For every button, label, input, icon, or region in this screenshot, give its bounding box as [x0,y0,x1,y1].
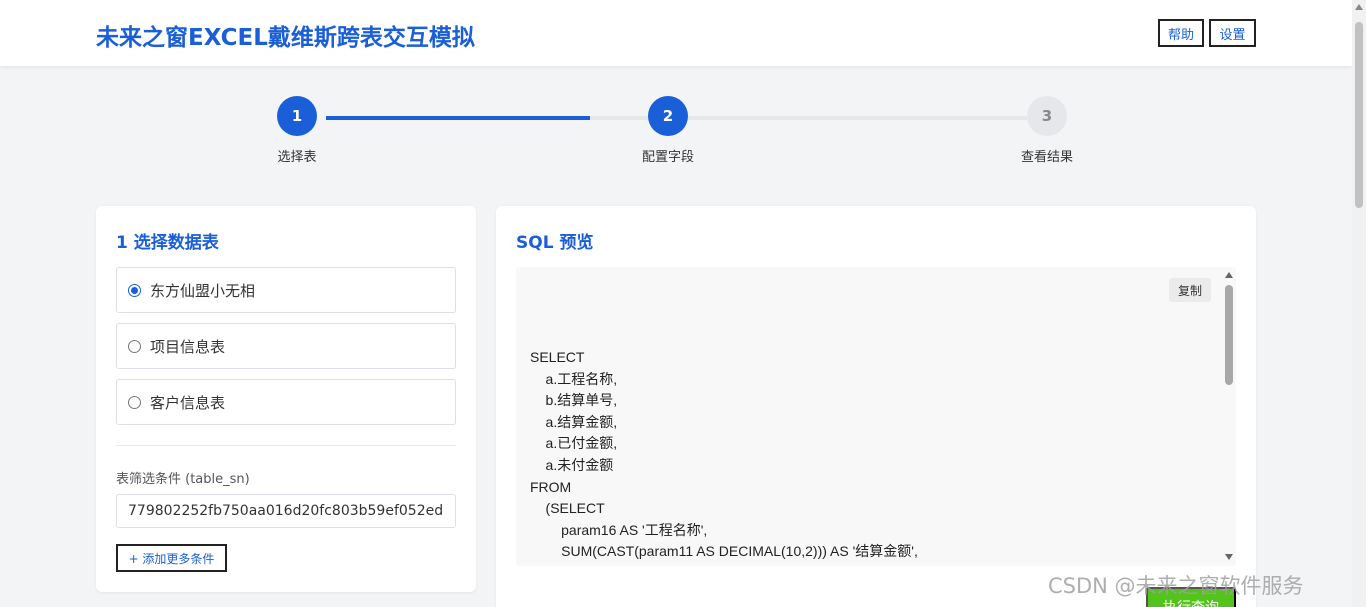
page-scrollbar[interactable] [1352,0,1366,607]
divider [116,445,456,446]
step-connector-1 [326,116,590,120]
app-title: 未来之窗EXCEL戴维斯跨表交互模拟 [96,25,475,51]
table-option-1[interactable]: 项目信息表 [116,323,456,369]
step-1-label: 选择表 [277,150,317,165]
radio-unchecked-icon[interactable] [128,339,141,353]
table-option-label: 客户信息表 [150,393,226,412]
app-header: 未来之窗EXCEL戴维斯跨表交互模拟 帮助 设置 [0,0,1352,66]
step-3-label: 查看结果 [1020,150,1074,165]
settings-button[interactable]: 设置 [1209,19,1256,47]
scroll-up-arrow-icon[interactable] [1225,272,1233,278]
sql-scrollbar[interactable] [1222,267,1236,566]
select-table-title: 1 选择数据表 [116,233,219,253]
radio-checked-icon[interactable] [128,283,141,297]
step-1-circle[interactable]: 1 [277,96,317,136]
scroll-down-arrow-icon[interactable] [1225,554,1233,560]
sql-preview-panel: SQL 预览 复制 SELECT a.工程名称, b.结算单号, a.结算金额,… [496,206,1256,607]
table-option-2[interactable]: 客户信息表 [116,379,456,425]
copy-button[interactable]: 复制 [1169,278,1211,302]
step-connector-2 [688,116,1027,120]
sql-code-box[interactable]: 复制 SELECT a.工程名称, b.结算单号, a.结算金额, a.已付金额… [516,267,1236,566]
page-scrollbar-thumb[interactable] [1355,22,1363,208]
sql-code: SELECT a.工程名称, b.结算单号, a.结算金额, a.已付金额, a… [530,349,918,560]
filter-label: 表筛选条件 (table_sn) [116,472,250,487]
step-3-circle[interactable]: 3 [1027,96,1067,136]
sql-preview-title: SQL 预览 [516,233,594,253]
add-condition-button[interactable]: + 添加更多条件 [116,544,227,572]
step-connector-1-remaining [590,116,648,120]
watermark: CSDN @未来之窗软件服务 [1048,574,1304,598]
table-option-label: 项目信息表 [150,337,226,356]
help-button[interactable]: 帮助 [1158,19,1204,47]
sql-scrollbar-thumb[interactable] [1225,285,1233,385]
step-2-circle[interactable]: 2 [648,96,688,136]
step-2-label: 配置字段 [641,150,695,165]
radio-unchecked-icon[interactable] [128,395,141,409]
table-option-label: 东方仙盟小无相 [150,281,256,300]
scroll-up-arrow-icon[interactable] [1355,4,1363,10]
table-option-0[interactable]: 东方仙盟小无相 [116,267,456,313]
table-filter-input[interactable] [116,494,456,528]
select-table-panel: 1 选择数据表 东方仙盟小无相 项目信息表 客户信息表 表筛选条件 (table… [96,206,476,592]
